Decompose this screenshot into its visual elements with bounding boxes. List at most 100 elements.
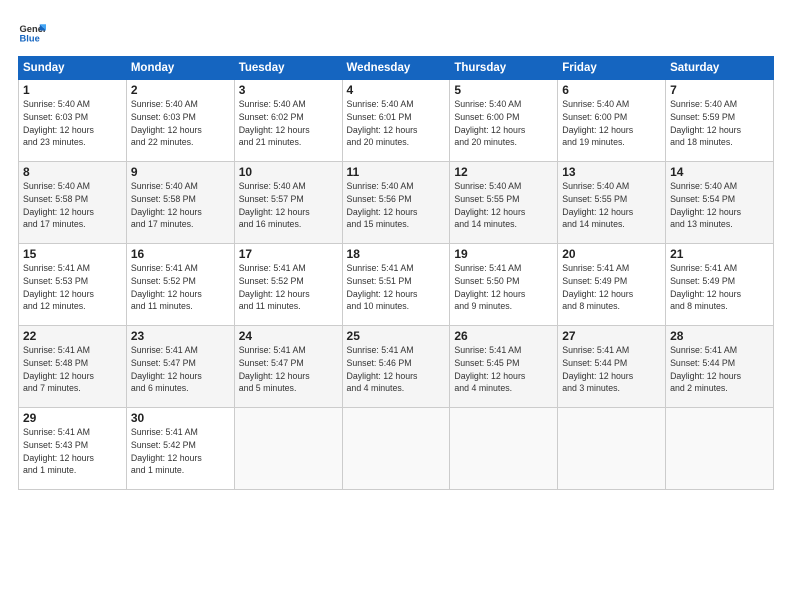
day-number: 19 bbox=[454, 247, 553, 261]
weekday-header-wednesday: Wednesday bbox=[342, 57, 450, 80]
day-number: 4 bbox=[347, 83, 446, 97]
day-cell: 17Sunrise: 5:41 AM Sunset: 5:52 PM Dayli… bbox=[234, 244, 342, 326]
day-cell: 10Sunrise: 5:40 AM Sunset: 5:57 PM Dayli… bbox=[234, 162, 342, 244]
day-info: Sunrise: 5:41 AM Sunset: 5:49 PM Dayligh… bbox=[670, 262, 769, 313]
day-cell: 21Sunrise: 5:41 AM Sunset: 5:49 PM Dayli… bbox=[666, 244, 774, 326]
day-cell: 1Sunrise: 5:40 AM Sunset: 6:03 PM Daylig… bbox=[19, 80, 127, 162]
day-info: Sunrise: 5:40 AM Sunset: 5:58 PM Dayligh… bbox=[131, 180, 230, 231]
day-cell bbox=[342, 408, 450, 490]
day-cell: 20Sunrise: 5:41 AM Sunset: 5:49 PM Dayli… bbox=[558, 244, 666, 326]
day-number: 28 bbox=[670, 329, 769, 343]
day-info: Sunrise: 5:40 AM Sunset: 6:01 PM Dayligh… bbox=[347, 98, 446, 149]
day-number: 11 bbox=[347, 165, 446, 179]
day-info: Sunrise: 5:40 AM Sunset: 5:54 PM Dayligh… bbox=[670, 180, 769, 231]
day-number: 24 bbox=[239, 329, 338, 343]
day-info: Sunrise: 5:41 AM Sunset: 5:44 PM Dayligh… bbox=[562, 344, 661, 395]
day-info: Sunrise: 5:40 AM Sunset: 5:55 PM Dayligh… bbox=[562, 180, 661, 231]
day-cell: 30Sunrise: 5:41 AM Sunset: 5:42 PM Dayli… bbox=[126, 408, 234, 490]
weekday-header-friday: Friday bbox=[558, 57, 666, 80]
day-info: Sunrise: 5:41 AM Sunset: 5:44 PM Dayligh… bbox=[670, 344, 769, 395]
day-info: Sunrise: 5:40 AM Sunset: 5:55 PM Dayligh… bbox=[454, 180, 553, 231]
day-number: 21 bbox=[670, 247, 769, 261]
day-cell: 25Sunrise: 5:41 AM Sunset: 5:46 PM Dayli… bbox=[342, 326, 450, 408]
day-cell: 26Sunrise: 5:41 AM Sunset: 5:45 PM Dayli… bbox=[450, 326, 558, 408]
day-number: 13 bbox=[562, 165, 661, 179]
day-info: Sunrise: 5:41 AM Sunset: 5:47 PM Dayligh… bbox=[239, 344, 338, 395]
weekday-header-row: SundayMondayTuesdayWednesdayThursdayFrid… bbox=[19, 57, 774, 80]
day-info: Sunrise: 5:40 AM Sunset: 6:02 PM Dayligh… bbox=[239, 98, 338, 149]
day-number: 12 bbox=[454, 165, 553, 179]
svg-text:Blue: Blue bbox=[20, 33, 40, 43]
day-cell: 19Sunrise: 5:41 AM Sunset: 5:50 PM Dayli… bbox=[450, 244, 558, 326]
header: General Blue bbox=[18, 18, 774, 46]
week-row-4: 22Sunrise: 5:41 AM Sunset: 5:48 PM Dayli… bbox=[19, 326, 774, 408]
weekday-header-thursday: Thursday bbox=[450, 57, 558, 80]
week-row-3: 15Sunrise: 5:41 AM Sunset: 5:53 PM Dayli… bbox=[19, 244, 774, 326]
day-cell: 8Sunrise: 5:40 AM Sunset: 5:58 PM Daylig… bbox=[19, 162, 127, 244]
day-info: Sunrise: 5:41 AM Sunset: 5:47 PM Dayligh… bbox=[131, 344, 230, 395]
day-cell: 4Sunrise: 5:40 AM Sunset: 6:01 PM Daylig… bbox=[342, 80, 450, 162]
calendar-table: SundayMondayTuesdayWednesdayThursdayFrid… bbox=[18, 56, 774, 490]
day-cell bbox=[234, 408, 342, 490]
day-number: 14 bbox=[670, 165, 769, 179]
day-cell: 6Sunrise: 5:40 AM Sunset: 6:00 PM Daylig… bbox=[558, 80, 666, 162]
day-cell: 5Sunrise: 5:40 AM Sunset: 6:00 PM Daylig… bbox=[450, 80, 558, 162]
day-info: Sunrise: 5:40 AM Sunset: 6:03 PM Dayligh… bbox=[23, 98, 122, 149]
day-info: Sunrise: 5:40 AM Sunset: 6:00 PM Dayligh… bbox=[562, 98, 661, 149]
weekday-header-sunday: Sunday bbox=[19, 57, 127, 80]
day-number: 2 bbox=[131, 83, 230, 97]
day-number: 9 bbox=[131, 165, 230, 179]
day-number: 17 bbox=[239, 247, 338, 261]
day-cell: 29Sunrise: 5:41 AM Sunset: 5:43 PM Dayli… bbox=[19, 408, 127, 490]
weekday-header-monday: Monday bbox=[126, 57, 234, 80]
day-number: 23 bbox=[131, 329, 230, 343]
day-number: 6 bbox=[562, 83, 661, 97]
day-cell: 15Sunrise: 5:41 AM Sunset: 5:53 PM Dayli… bbox=[19, 244, 127, 326]
day-info: Sunrise: 5:41 AM Sunset: 5:43 PM Dayligh… bbox=[23, 426, 122, 477]
week-row-5: 29Sunrise: 5:41 AM Sunset: 5:43 PM Dayli… bbox=[19, 408, 774, 490]
day-cell: 2Sunrise: 5:40 AM Sunset: 6:03 PM Daylig… bbox=[126, 80, 234, 162]
day-cell: 3Sunrise: 5:40 AM Sunset: 6:02 PM Daylig… bbox=[234, 80, 342, 162]
day-info: Sunrise: 5:41 AM Sunset: 5:45 PM Dayligh… bbox=[454, 344, 553, 395]
day-cell: 13Sunrise: 5:40 AM Sunset: 5:55 PM Dayli… bbox=[558, 162, 666, 244]
day-info: Sunrise: 5:41 AM Sunset: 5:50 PM Dayligh… bbox=[454, 262, 553, 313]
day-number: 25 bbox=[347, 329, 446, 343]
day-number: 3 bbox=[239, 83, 338, 97]
day-info: Sunrise: 5:40 AM Sunset: 6:00 PM Dayligh… bbox=[454, 98, 553, 149]
day-number: 20 bbox=[562, 247, 661, 261]
day-cell: 18Sunrise: 5:41 AM Sunset: 5:51 PM Dayli… bbox=[342, 244, 450, 326]
day-info: Sunrise: 5:41 AM Sunset: 5:51 PM Dayligh… bbox=[347, 262, 446, 313]
day-cell: 28Sunrise: 5:41 AM Sunset: 5:44 PM Dayli… bbox=[666, 326, 774, 408]
day-number: 7 bbox=[670, 83, 769, 97]
weekday-header-saturday: Saturday bbox=[666, 57, 774, 80]
day-number: 26 bbox=[454, 329, 553, 343]
day-info: Sunrise: 5:40 AM Sunset: 5:59 PM Dayligh… bbox=[670, 98, 769, 149]
day-info: Sunrise: 5:40 AM Sunset: 5:56 PM Dayligh… bbox=[347, 180, 446, 231]
day-info: Sunrise: 5:41 AM Sunset: 5:52 PM Dayligh… bbox=[239, 262, 338, 313]
day-number: 30 bbox=[131, 411, 230, 425]
day-number: 15 bbox=[23, 247, 122, 261]
day-cell: 7Sunrise: 5:40 AM Sunset: 5:59 PM Daylig… bbox=[666, 80, 774, 162]
day-number: 8 bbox=[23, 165, 122, 179]
day-number: 5 bbox=[454, 83, 553, 97]
day-number: 22 bbox=[23, 329, 122, 343]
day-info: Sunrise: 5:41 AM Sunset: 5:49 PM Dayligh… bbox=[562, 262, 661, 313]
logo: General Blue bbox=[18, 18, 46, 46]
day-info: Sunrise: 5:41 AM Sunset: 5:52 PM Dayligh… bbox=[131, 262, 230, 313]
day-number: 18 bbox=[347, 247, 446, 261]
weekday-header-tuesday: Tuesday bbox=[234, 57, 342, 80]
day-cell bbox=[666, 408, 774, 490]
day-number: 27 bbox=[562, 329, 661, 343]
day-cell: 16Sunrise: 5:41 AM Sunset: 5:52 PM Dayli… bbox=[126, 244, 234, 326]
day-info: Sunrise: 5:40 AM Sunset: 6:03 PM Dayligh… bbox=[131, 98, 230, 149]
day-info: Sunrise: 5:40 AM Sunset: 5:57 PM Dayligh… bbox=[239, 180, 338, 231]
calendar-page: General Blue SundayMondayTuesdayWednesda… bbox=[0, 0, 792, 612]
week-row-2: 8 Sunrise: 5:40 AM Sunset: 5:58 PM Daylig… bbox=[19, 162, 774, 244]
day-info: Sunrise: 5:41 AM Sunset: 5:53 PM Dayligh… bbox=[23, 262, 122, 313]
day-cell: 14Sunrise: 5:40 AM Sunset: 5:54 PM Dayli… bbox=[666, 162, 774, 244]
day-cell: 23Sunrise: 5:41 AM Sunset: 5:47 PM Dayli… bbox=[126, 326, 234, 408]
week-row-1: 1Sunrise: 5:40 AM Sunset: 6:03 PM Daylig… bbox=[19, 80, 774, 162]
logo-icon: General Blue bbox=[18, 18, 46, 46]
day-cell: 24Sunrise: 5:41 AM Sunset: 5:47 PM Dayli… bbox=[234, 326, 342, 408]
day-number: 29 bbox=[23, 411, 122, 425]
